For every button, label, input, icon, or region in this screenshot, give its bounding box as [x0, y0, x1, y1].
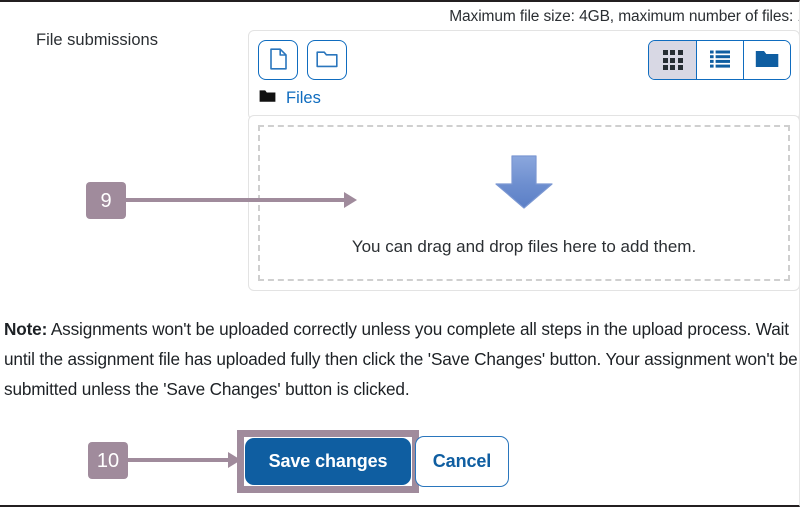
grid-icon — [662, 50, 683, 70]
list-view-button[interactable] — [696, 41, 743, 79]
list-icon — [710, 50, 730, 71]
file-picker-toolbar: Files — [248, 30, 799, 120]
note-paragraph: Note: Assignments won't be uploaded corr… — [4, 314, 799, 404]
page-title: File submissions — [36, 31, 158, 49]
callout-marker-10: 10 — [88, 442, 128, 479]
tree-view-button[interactable] — [743, 41, 790, 79]
breadcrumb: Files — [259, 89, 321, 108]
file-drop-area-container: You can drag and drop files here to add … — [248, 115, 799, 291]
download-arrow-icon — [491, 154, 557, 215]
folder-outline-icon — [316, 49, 338, 71]
folder-filled-icon — [259, 89, 276, 108]
callout-marker-9: 9 — [86, 182, 126, 219]
folder-icon — [755, 49, 779, 72]
callout-arrowhead-9 — [344, 192, 357, 208]
view-toggle-group — [648, 40, 791, 80]
create-folder-button[interactable] — [307, 40, 347, 80]
note-prefix: Note: — [4, 319, 48, 339]
note-body: Assignments won't be uploaded correctly … — [4, 319, 798, 399]
add-file-button[interactable] — [258, 40, 298, 80]
save-changes-button[interactable]: Save changes — [245, 438, 411, 485]
breadcrumb-item-files[interactable]: Files — [286, 89, 321, 108]
max-file-size-text: Maximum file size: 4GB, maximum number o… — [449, 8, 800, 25]
assignment-submission-page: Maximum file size: 4GB, maximum number o… — [0, 0, 800, 507]
document-icon — [269, 47, 288, 73]
callout-line-10 — [128, 458, 228, 462]
cancel-button[interactable]: Cancel — [415, 436, 509, 487]
callout-line-9 — [126, 198, 344, 202]
grid-view-button[interactable] — [649, 41, 696, 79]
drop-area-text: You can drag and drop files here to add … — [351, 236, 697, 256]
file-drop-area[interactable]: You can drag and drop files here to add … — [258, 125, 790, 281]
